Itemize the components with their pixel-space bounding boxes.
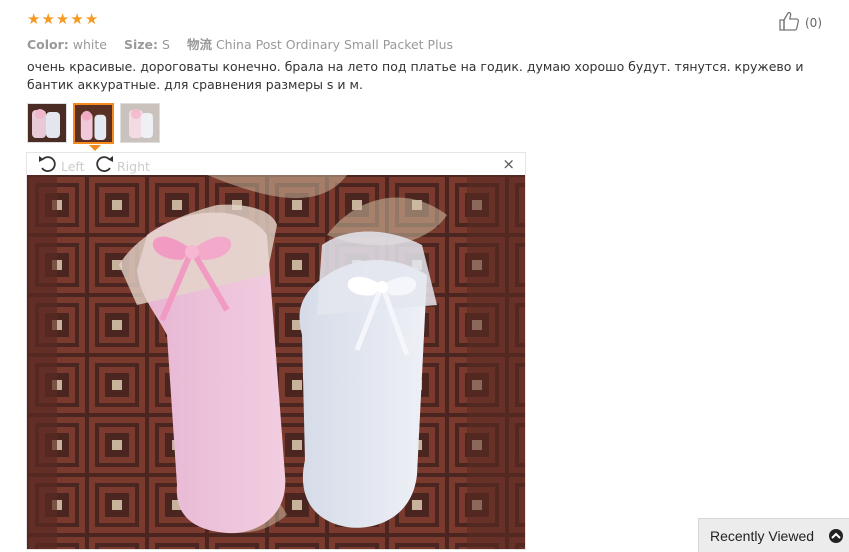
star-icon: ★ (84, 10, 99, 28)
thumbnail-image-active[interactable] (73, 103, 114, 144)
review-photo (27, 175, 525, 549)
review-thumbnails (27, 103, 160, 144)
viewer-toolbar: Left Right × (27, 153, 525, 175)
thumbnail-image[interactable] (27, 103, 67, 143)
star-icon: ★ (70, 10, 84, 28)
recently-viewed-button[interactable]: Recently Viewed (698, 518, 849, 552)
image-viewer: Left Right × (26, 152, 526, 550)
thumbs-up-icon (779, 11, 801, 35)
helpful-button[interactable]: (0) (779, 11, 822, 35)
chevron-up-circle-icon (829, 529, 843, 543)
recently-viewed-label: Recently Viewed (710, 527, 815, 544)
shipping-value: China Post Ordinary Small Packet Plus (215, 37, 454, 52)
review-text: очень красивые. дороговаты конечно. брал… (27, 59, 804, 92)
rotate-right-label: Right (117, 158, 150, 174)
helpful-count: (0) (805, 16, 822, 30)
size-label: Size: (123, 37, 159, 52)
color-label: Color: (27, 37, 69, 52)
star-icon: ★ (41, 10, 55, 28)
rotate-left-label: Left (61, 158, 85, 174)
close-icon[interactable]: × (502, 155, 515, 173)
color-value: white (72, 37, 107, 52)
star-icon: ★ (27, 10, 41, 28)
shipping-label: 物流 (186, 37, 212, 52)
active-thumbnail-indicator (89, 145, 101, 151)
review-meta: Color: white Size: S 物流 China Post Ordin… (27, 34, 453, 53)
thumbnail-image[interactable] (120, 103, 160, 143)
rating-stars: ★ ★ ★ ★ ★ (27, 11, 98, 27)
size-value: S (162, 37, 170, 52)
star-icon: ★ (55, 10, 70, 28)
